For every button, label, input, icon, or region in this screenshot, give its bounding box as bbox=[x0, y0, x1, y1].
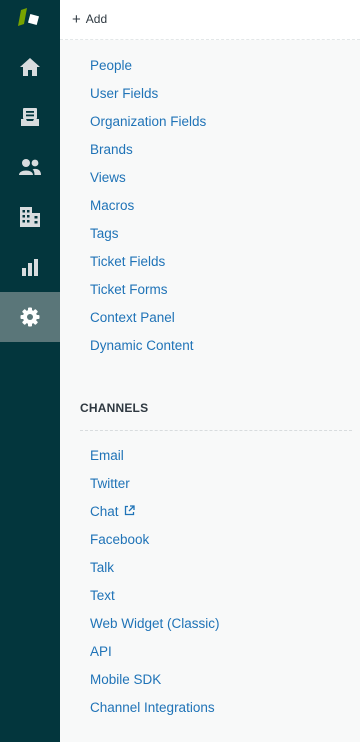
link-people[interactable]: People bbox=[90, 57, 132, 75]
top-bar: + Add bbox=[60, 0, 360, 40]
link-views[interactable]: Views bbox=[90, 169, 126, 187]
link-twitter[interactable]: Twitter bbox=[90, 475, 130, 493]
admin-app: + Add People User Fields Organization Fi… bbox=[0, 0, 360, 742]
link-api[interactable]: API bbox=[90, 643, 112, 661]
link-email[interactable]: Email bbox=[90, 447, 124, 465]
link-macros[interactable]: Macros bbox=[90, 197, 134, 215]
link-chat[interactable]: Chat bbox=[90, 503, 135, 521]
link-mobile-sdk[interactable]: Mobile SDK bbox=[90, 671, 161, 689]
link-organization-fields[interactable]: Organization Fields bbox=[90, 113, 206, 131]
nav-reporting[interactable] bbox=[0, 242, 60, 292]
link-ticket-forms[interactable]: Ticket Forms bbox=[90, 281, 168, 299]
link-facebook[interactable]: Facebook bbox=[90, 531, 149, 549]
link-context-panel[interactable]: Context Panel bbox=[90, 309, 175, 327]
link-user-fields[interactable]: User Fields bbox=[90, 85, 158, 103]
nav-views[interactable] bbox=[0, 92, 60, 142]
link-text[interactable]: Text bbox=[90, 587, 115, 605]
add-button[interactable]: + Add bbox=[72, 10, 107, 28]
nav-admin[interactable] bbox=[0, 292, 60, 342]
tray-icon bbox=[20, 107, 40, 127]
nav-home[interactable] bbox=[0, 42, 60, 92]
external-link-icon bbox=[124, 503, 135, 521]
link-dynamic-content[interactable]: Dynamic Content bbox=[90, 337, 194, 355]
nav-customers[interactable] bbox=[0, 142, 60, 192]
zendesk-logo-icon[interactable] bbox=[17, 6, 43, 28]
channels-heading: CHANNELS bbox=[80, 401, 149, 415]
home-icon bbox=[19, 57, 41, 77]
section-divider bbox=[80, 430, 352, 431]
link-brands[interactable]: Brands bbox=[90, 141, 133, 159]
people-icon bbox=[18, 157, 42, 177]
link-ticket-fields[interactable]: Ticket Fields bbox=[90, 253, 165, 271]
plus-icon: + bbox=[72, 10, 81, 28]
link-web-widget-classic[interactable]: Web Widget (Classic) bbox=[90, 615, 220, 633]
link-talk[interactable]: Talk bbox=[90, 559, 114, 577]
gear-icon bbox=[20, 307, 40, 327]
building-icon bbox=[19, 206, 41, 228]
bar-chart-icon bbox=[20, 257, 40, 277]
add-button-label: Add bbox=[85, 12, 108, 26]
link-chat-label: Chat bbox=[90, 504, 119, 519]
link-tags[interactable]: Tags bbox=[90, 225, 119, 243]
link-channel-integrations[interactable]: Channel Integrations bbox=[90, 699, 215, 717]
nav-organizations[interactable] bbox=[0, 192, 60, 242]
nav-rail bbox=[0, 0, 60, 742]
